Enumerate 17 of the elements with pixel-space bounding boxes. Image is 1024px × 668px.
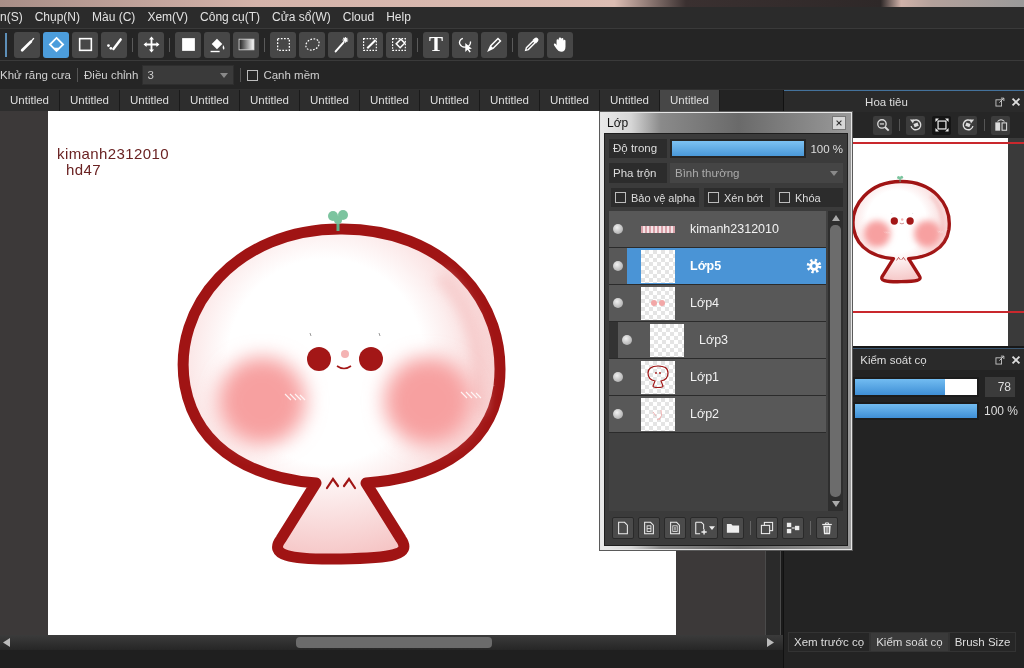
signature-text: kimanh2312010 bbox=[57, 146, 169, 162]
panel-title: Hoa tiêu bbox=[864, 95, 909, 108]
blend-mode-label: Pha trộn bbox=[609, 163, 667, 183]
slider-value: 100 % bbox=[984, 404, 1019, 418]
correction-label: Điều chỉnh bbox=[84, 69, 139, 81]
layer-name: Lớp2 bbox=[690, 407, 720, 421]
layer-name: Lớp5 bbox=[690, 259, 722, 273]
opacity-value: 100 % bbox=[810, 142, 843, 155]
layer-name: kimanh2312010 bbox=[690, 222, 779, 236]
layer-name: Lớp3 bbox=[699, 333, 729, 347]
opacity-label: Độ trong bbox=[609, 139, 667, 158]
layer-name: Lớp4 bbox=[690, 296, 720, 310]
window-title: Lớp bbox=[606, 116, 629, 130]
signature-text: hd47 bbox=[65, 162, 101, 178]
antialias-label: Khử răng cưa bbox=[0, 69, 72, 81]
panel-title: Kiểm soát cọ bbox=[859, 353, 928, 366]
layer-name: Lớp1 bbox=[690, 370, 720, 384]
